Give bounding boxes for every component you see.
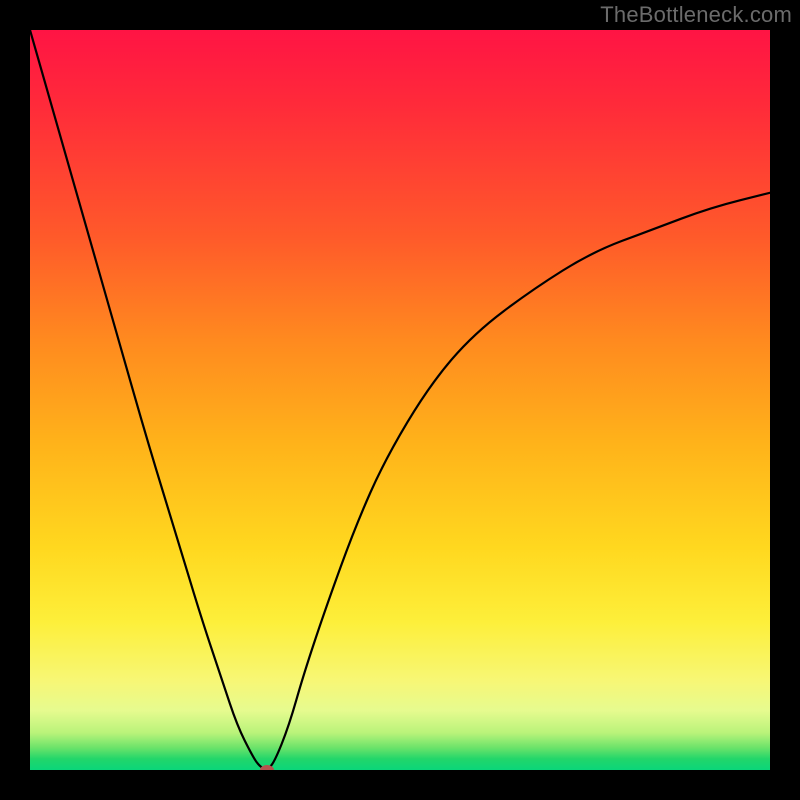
watermark-text: TheBottleneck.com (600, 2, 792, 28)
bottleneck-curve (30, 30, 770, 770)
plot-area (30, 30, 770, 770)
min-marker-dot (260, 765, 274, 770)
chart-frame: TheBottleneck.com (0, 0, 800, 800)
